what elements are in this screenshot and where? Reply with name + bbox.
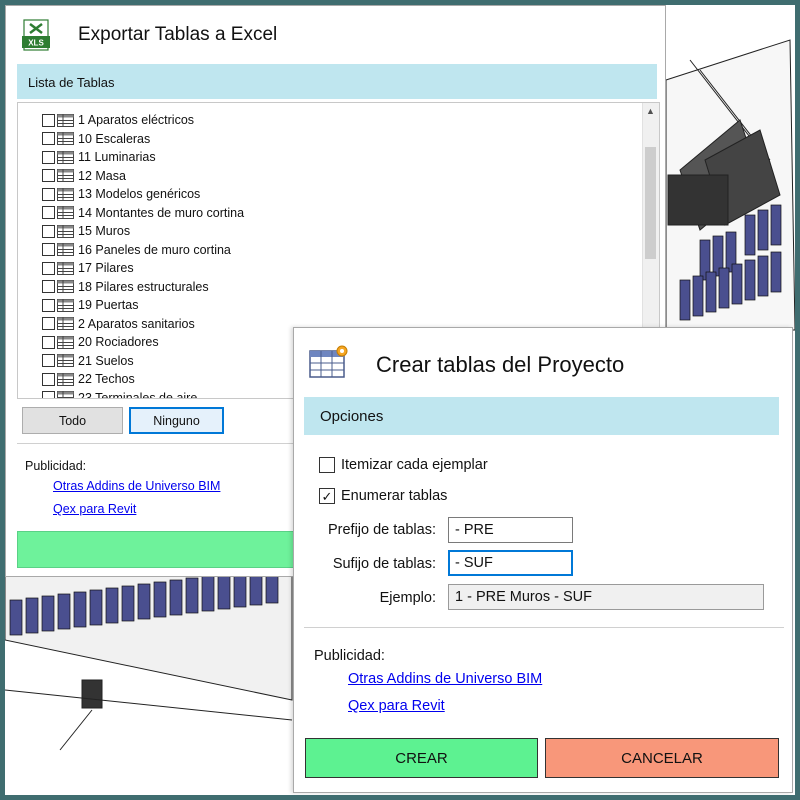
suffix-label: Sufijo de tablas:: [332, 556, 436, 572]
options-header: Opciones: [304, 397, 779, 435]
example-label: Ejemplo:: [379, 590, 436, 606]
schedule-table-icon: [57, 243, 74, 256]
table-list-item[interactable]: 17 Pilares: [42, 259, 134, 277]
schedule-table-icon: [57, 169, 74, 182]
table-checkbox[interactable]: [42, 169, 55, 182]
schedule-table-icon: [57, 280, 74, 293]
table-label: 12 Masa: [78, 168, 126, 183]
table-label: 14 Montantes de muro cortina: [78, 205, 245, 220]
table-list-item[interactable]: 2 Aparatos sanitarios: [42, 315, 195, 333]
table-label: 2 Aparatos sanitarios: [78, 316, 195, 331]
link-other-addins[interactable]: Otras Addins de Universo BIM: [53, 479, 220, 493]
table-gear-icon: [309, 345, 348, 378]
schedule-table-icon: [57, 298, 74, 312]
export-dialog-titlebar: XLS Exportar Tablas a Excel: [6, 6, 665, 63]
table-checkbox[interactable]: [42, 372, 55, 386]
select-all-button[interactable]: Todo: [22, 407, 123, 434]
itemize-checkbox[interactable]: [319, 457, 335, 473]
table-list-item[interactable]: 19 Puertas: [42, 296, 138, 314]
table-checkbox[interactable]: [42, 298, 55, 312]
table-list-item[interactable]: 14 Montantes de muro cortina: [42, 204, 244, 222]
excel-xls-icon: XLS: [22, 19, 50, 51]
table-checkbox[interactable]: [42, 354, 55, 367]
excel-icon-text: XLS: [28, 39, 44, 48]
ads-label: Publicidad:: [25, 459, 87, 473]
enumerate-checkbox[interactable]: ✓: [319, 488, 335, 504]
table-label: 23 Terminales de aire: [78, 390, 198, 399]
table-list-item[interactable]: 10 Escaleras: [42, 130, 150, 148]
table-checkbox[interactable]: [42, 132, 55, 145]
table-checkbox[interactable]: [42, 317, 55, 330]
divider: [304, 627, 784, 628]
table-label: 15 Muros: [78, 224, 131, 238]
enumerate-option[interactable]: ✓ Enumerar tablas: [319, 488, 447, 504]
example-value: 1 - PRE Muros - SUF: [448, 584, 764, 610]
table-checkbox[interactable]: [42, 224, 55, 238]
cancel-button[interactable]: CANCELAR: [545, 738, 779, 778]
schedule-table-icon: [57, 113, 74, 127]
schedule-table-icon: [57, 224, 74, 238]
table-list-item[interactable]: 1 Aparatos eléctricos: [42, 111, 194, 129]
table-label: 22 Techos: [78, 372, 135, 386]
table-checkbox[interactable]: [42, 391, 55, 398]
table-label: 19 Puertas: [78, 298, 139, 312]
suffix-input[interactable]: [448, 550, 573, 576]
export-dialog-title: Exportar Tablas a Excel: [78, 24, 278, 45]
table-checkbox[interactable]: [42, 335, 55, 349]
table-list-item[interactable]: 20 Rociadores: [42, 333, 159, 351]
table-label: 11 Luminarias: [78, 150, 156, 164]
schedule-table-icon: [57, 206, 74, 219]
table-checkbox[interactable]: [42, 243, 55, 256]
scroll-up-arrow-icon[interactable]: ▲: [642, 103, 659, 120]
table-checkbox[interactable]: [42, 150, 55, 164]
link-qex-revit[interactable]: Qex para Revit: [348, 698, 445, 714]
table-list-item[interactable]: 11 Luminarias: [42, 148, 156, 166]
link-qex-revit[interactable]: Qex para Revit: [53, 502, 136, 516]
table-label: 13 Modelos genéricos: [78, 187, 201, 201]
tables-list-header: Lista de Tablas: [17, 64, 657, 99]
table-label: 16 Paneles de muro cortina: [78, 242, 231, 257]
scroll-thumb[interactable]: [645, 147, 656, 259]
table-checkbox[interactable]: [42, 206, 55, 219]
table-label: 18 Pilares estructurales: [78, 279, 209, 294]
table-checkbox[interactable]: [42, 113, 55, 127]
schedule-table-icon: [57, 187, 74, 201]
table-label: 1 Aparatos eléctricos: [78, 113, 195, 127]
schedule-table-icon: [57, 354, 74, 367]
create-dialog-title: Crear tablas del Proyecto: [376, 352, 625, 377]
select-none-button[interactable]: Ninguno: [129, 407, 224, 434]
enumerate-label: Enumerar tablas: [341, 488, 448, 504]
itemize-option[interactable]: Itemizar cada ejemplar: [319, 457, 488, 473]
schedule-table-icon: [57, 150, 74, 164]
table-checkbox[interactable]: [42, 187, 55, 201]
schedule-table-icon: [57, 335, 74, 349]
table-list-item[interactable]: 13 Modelos genéricos: [42, 185, 200, 203]
table-list-item[interactable]: 18 Pilares estructurales: [42, 278, 209, 296]
table-checkbox[interactable]: [42, 261, 55, 275]
table-list-item[interactable]: 15 Muros: [42, 222, 130, 240]
table-list-item[interactable]: 23 Terminales de aire: [42, 389, 198, 399]
table-label: 10 Escaleras: [78, 131, 151, 146]
prefix-input[interactable]: [448, 517, 573, 543]
table-label: 17 Pilares: [78, 261, 134, 275]
table-list-item[interactable]: 16 Paneles de muro cortina: [42, 241, 231, 259]
ads-label: Publicidad:: [314, 648, 385, 664]
table-list-item[interactable]: 21 Suelos: [42, 352, 134, 370]
table-label: 21 Suelos: [78, 353, 134, 368]
table-list-item[interactable]: 22 Techos: [42, 370, 135, 388]
prefix-label: Prefijo de tablas:: [327, 522, 436, 538]
link-other-addins[interactable]: Otras Addins de Universo BIM: [348, 671, 542, 687]
create-button[interactable]: CREAR: [305, 738, 538, 778]
schedule-table-icon: [57, 372, 74, 386]
itemize-label: Itemizar cada ejemplar: [341, 457, 488, 473]
create-tables-dialog: Crear tablas del Proyecto Opciones Itemi…: [293, 327, 793, 793]
schedule-table-icon: [57, 261, 74, 275]
table-label: 20 Rociadores: [78, 335, 159, 349]
schedule-table-icon: [57, 317, 74, 330]
table-checkbox[interactable]: [42, 280, 55, 293]
schedule-table-icon: [57, 391, 74, 398]
table-list-item[interactable]: 12 Masa: [42, 167, 126, 185]
schedule-table-icon: [57, 132, 74, 145]
